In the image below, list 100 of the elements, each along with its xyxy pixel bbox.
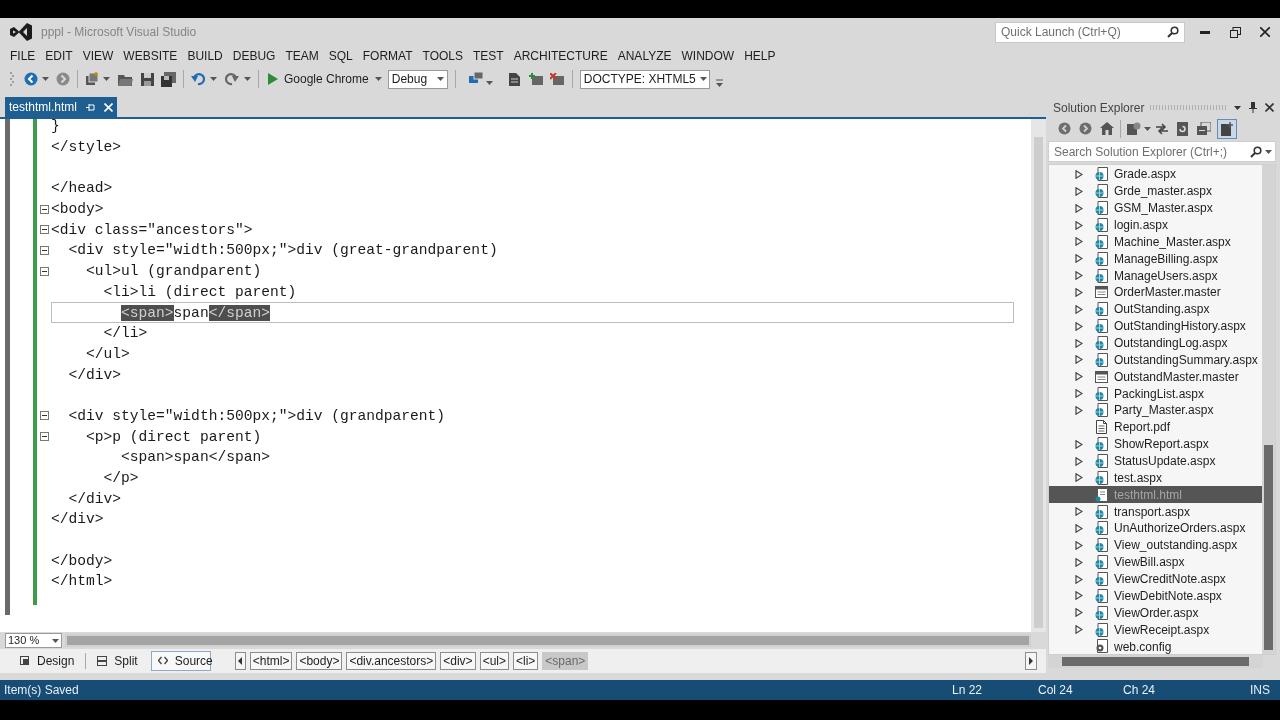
configuration-dropdown[interactable]: Debug [387,69,448,89]
back-icon[interactable] [24,72,38,86]
caret-icon[interactable] [436,77,444,81]
back-icon[interactable] [1058,122,1071,135]
caret-icon[interactable] [103,77,110,81]
tree-item[interactable]: OutstandingSummary.aspx [1049,351,1262,369]
expand-triangle-icon[interactable] [1075,271,1083,281]
expand-triangle-icon[interactable] [1075,372,1083,382]
quick-launch-field[interactable]: Quick Launch (Ctrl+Q) [995,21,1185,43]
forward-icon[interactable] [1079,122,1092,135]
folder-icon[interactable] [118,72,133,86]
view-tab[interactable]: Split [90,651,145,671]
menu-item[interactable]: DEBUG [227,47,281,65]
collapse-icon[interactable] [39,225,49,235]
horizontal-scrollbar[interactable] [1048,655,1263,668]
add-item-icon[interactable] [528,72,544,86]
save-icon[interactable] [141,72,154,86]
expand-triangle-icon[interactable] [1075,203,1083,213]
collapse-icon[interactable] [39,411,49,421]
tree-item[interactable]: ManageBilling.aspx [1049,250,1262,268]
tag-path-item[interactable]: <div.ancestors> [346,652,437,670]
tree-item[interactable]: OutStanding.aspx [1049,300,1262,318]
zoom-dropdown[interactable]: 130 % [5,633,62,648]
expand-triangle-icon[interactable] [1075,338,1083,348]
document-tab[interactable]: testhtml.html [5,97,117,117]
redo-icon[interactable] [225,72,239,86]
expand-triangle-icon[interactable] [1075,254,1083,264]
tag-path-item[interactable]: <div> [440,652,476,670]
two-windows-icon[interactable] [468,72,483,86]
tree-item[interactable]: Report.pdf [1049,418,1262,436]
menu-item[interactable]: HELP [739,47,781,65]
caret-icon[interactable] [210,77,217,81]
caret-icon[interactable] [1144,126,1151,131]
document-icon[interactable] [508,72,520,86]
switch-arrows-icon[interactable] [1156,122,1168,135]
expand-triangle-icon[interactable] [1075,473,1083,483]
view-tab[interactable]: Design [13,651,82,671]
collapse-icon[interactable] [39,266,49,276]
expand-triangle-icon[interactable] [1075,608,1083,618]
caret-icon[interactable] [485,81,493,85]
caret-icon[interactable] [244,77,251,81]
pin-icon[interactable] [86,102,95,112]
expand-triangle-icon[interactable] [1075,355,1083,365]
tree-item[interactable]: GSM_Master.aspx [1049,199,1262,217]
undo-icon[interactable] [191,72,205,86]
tree-item[interactable]: Machine_Master.aspx [1049,233,1262,251]
collapse-icon[interactable] [39,432,49,442]
tree-item[interactable]: Grade.aspx [1049,166,1262,183]
expand-triangle-icon[interactable] [1075,304,1083,314]
expand-triangle-icon[interactable] [1075,523,1083,533]
menu-item[interactable]: FILE [5,47,41,65]
tag-path-item[interactable]: <html> [249,652,293,670]
tree-item[interactable]: web.config [1049,638,1262,654]
refresh-icon[interactable] [1176,121,1189,136]
expand-triangle-icon[interactable] [1075,186,1083,196]
menu-item[interactable]: EDIT [40,47,78,65]
view-tab[interactable]: Source [150,651,211,671]
expand-triangle-icon[interactable] [1075,321,1083,331]
menu-item[interactable]: BUILD [182,47,228,65]
new-item-icon[interactable] [85,72,99,86]
tree-item[interactable]: Party_Master.aspx [1049,402,1262,419]
scrollbar-thumb[interactable] [1264,445,1273,650]
tree-item[interactable]: ViewOrder.aspx [1049,604,1262,622]
tree-item[interactable]: OutStandingHistory.aspx [1049,317,1262,335]
tag-path-item[interactable]: <body> [296,652,343,670]
tree-item[interactable]: login.aspx [1049,216,1262,234]
tree-item[interactable]: OutstandingLog.aspx [1049,334,1262,352]
search-field[interactable]: Search Solution Explorer (Ctrl+;) [1048,141,1276,162]
expand-triangle-icon[interactable] [1075,405,1083,415]
square-circle-icon[interactable] [1127,122,1141,135]
collapse-icon[interactable] [39,245,49,255]
home-icon[interactable] [1100,122,1114,135]
vertical-scrollbar[interactable] [1031,119,1046,632]
scrollbar-thumb[interactable] [1062,657,1249,666]
toolbar-overflow-icon[interactable] [715,79,723,87]
tree-item[interactable]: ViewCreditNote.aspx [1049,570,1262,588]
menu-item[interactable]: WINDOW [676,47,740,65]
tree-item[interactable]: ViewDebitNote.aspx [1049,587,1262,605]
scroll-left-button[interactable] [234,652,246,670]
collapse-all-icon[interactable] [1197,122,1211,135]
tree-item[interactable]: StatusUpdate.aspx [1049,452,1262,470]
menu-item[interactable]: FORMAT [357,47,418,65]
expand-triangle-icon[interactable] [1075,507,1083,517]
menu-item[interactable]: WEBSITE [118,47,183,65]
vertical-scrollbar[interactable] [1262,165,1275,654]
menu-item[interactable]: TEST [468,47,509,65]
toggle-button[interactable] [1217,118,1237,139]
close-icon[interactable] [1265,103,1274,112]
tree-item[interactable]: OrderMaster.master [1049,284,1262,301]
expand-triangle-icon[interactable] [1075,456,1083,466]
menu-item[interactable]: TOOLS [417,47,468,65]
expand-triangle-icon[interactable] [1075,287,1083,297]
scrollbar-thumb[interactable] [1034,137,1043,628]
expand-triangle-icon[interactable] [1075,439,1083,449]
tag-path-item[interactable]: <ul> [479,652,509,670]
tree-item[interactable]: UnAuthorizeOrders.aspx [1049,520,1262,537]
caret-icon[interactable] [374,77,382,81]
save-all-icon[interactable] [161,71,176,87]
caret-icon[interactable] [52,638,59,643]
tree-item[interactable]: transport.aspx [1049,503,1262,521]
